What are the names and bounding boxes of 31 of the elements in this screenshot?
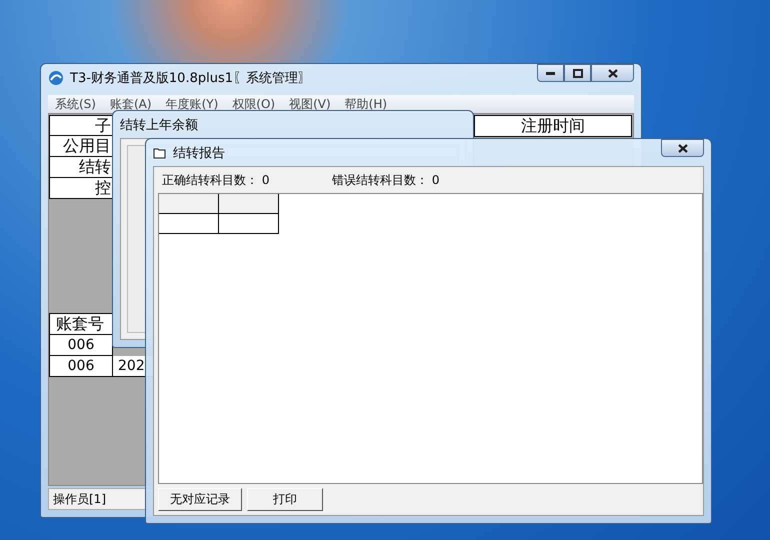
close-icon bbox=[608, 68, 618, 78]
table-cell: 控 bbox=[49, 178, 113, 199]
window-title: 结转报告 bbox=[173, 144, 225, 162]
close-button[interactable] bbox=[591, 64, 634, 82]
table-cell: 结转 bbox=[49, 157, 113, 178]
table-cell: 006 bbox=[49, 335, 113, 356]
stat-label: 正确结转科目数： 0 bbox=[162, 172, 270, 188]
menu-item[interactable]: 年度账(Y) bbox=[158, 95, 226, 113]
app-logo-icon bbox=[48, 70, 64, 86]
folder-icon bbox=[153, 146, 167, 158]
table-cell: 公用目 bbox=[49, 136, 113, 157]
menu-item[interactable]: 权限(O) bbox=[225, 95, 282, 113]
close-icon bbox=[678, 144, 688, 152]
menu-item[interactable]: 帮助(H) bbox=[338, 95, 394, 113]
window-title: 结转上年余额 bbox=[120, 116, 198, 134]
table-cell: 006 bbox=[49, 356, 113, 377]
stat-label: 错误结转科目数： 0 bbox=[332, 172, 440, 188]
maximize-icon bbox=[572, 68, 582, 78]
close-button[interactable] bbox=[661, 139, 704, 157]
menu-item[interactable]: 系统(S) bbox=[48, 95, 103, 113]
menu-item[interactable]: 账套(A) bbox=[102, 95, 159, 113]
table-cell: 子 bbox=[49, 115, 113, 136]
minimize-icon bbox=[546, 71, 556, 75]
action-button[interactable]: 无对应记录 bbox=[158, 488, 242, 511]
action-button[interactable]: 打印 bbox=[247, 488, 323, 511]
window-title: T3-财务通普及版10.8plus1〖系统管理〗 bbox=[70, 70, 311, 86]
column-header: 账套号 bbox=[49, 313, 113, 335]
maximize-button[interactable] bbox=[564, 64, 591, 82]
menu-item[interactable]: 视图(V) bbox=[282, 95, 338, 113]
minimize-button[interactable] bbox=[537, 64, 564, 82]
column-header: 注册时间 bbox=[474, 115, 632, 137]
